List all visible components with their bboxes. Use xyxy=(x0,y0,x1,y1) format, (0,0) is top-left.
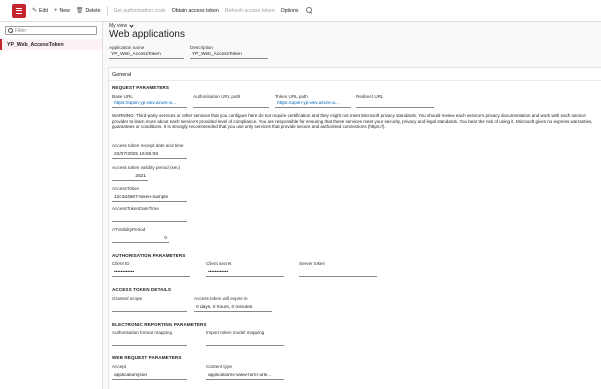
accept-label: Accept xyxy=(112,364,127,369)
redirect-url-input[interactable] xyxy=(356,101,434,108)
authorisation-url-path-label: Authorisation URL path xyxy=(193,94,241,99)
get-authorisation-code-button[interactable]: Get authorisation code xyxy=(114,8,166,14)
accept-input[interactable]: application/json xyxy=(112,373,187,380)
access-token-validity-label: Access token validity period (sec) xyxy=(112,165,181,170)
authorisation-parameters-heading: AUTHORISATION PARAMETERS xyxy=(112,253,186,258)
authorisation-format-mapping-field: Authorisation format mapping xyxy=(112,330,187,346)
filter-field[interactable] xyxy=(5,26,97,35)
authorisation-url-path-field: Authorisation URL path xyxy=(193,94,269,108)
at-validity-period-input[interactable]: 0 xyxy=(112,236,169,243)
client-secret-field: Client secret •••••••••••• xyxy=(206,261,284,277)
divider xyxy=(109,80,601,81)
list-pane: YP_Web_AccessToken xyxy=(0,22,103,389)
delete-button[interactable]: 🗑 Delete xyxy=(75,7,101,15)
client-id-field: Client ID •••••••••••• xyxy=(112,261,190,277)
refresh-access-token-label: Refresh access token xyxy=(224,7,275,14)
access-token-receipt-label: Access token receipt date and time xyxy=(112,143,184,148)
at-validity-period-label: ATValidityPeriod xyxy=(112,227,146,232)
new-button[interactable]: + New xyxy=(54,8,70,14)
token-expire-field: Access token will expire in 0 days, 0 ho… xyxy=(194,296,272,312)
accept-field: Accept application/json xyxy=(112,364,187,380)
access-token-field: AccessToken 12c3d4567-token-sample xyxy=(112,186,187,202)
delete-label: Delete xyxy=(85,7,101,14)
get-authorisation-code-label: Get authorisation code xyxy=(113,7,166,14)
description-field: Description YP_Web_AccessToken xyxy=(190,45,268,59)
token-url-path-input[interactable]: https://apim-yp-dev.azure-a... xyxy=(275,101,351,108)
new-label: New xyxy=(59,7,70,14)
base-url-label: Base URL xyxy=(112,94,133,99)
content-type-label: Content type xyxy=(206,364,233,369)
web-request-parameters-heading: WEB REQUEST PARAMETERS xyxy=(112,355,182,360)
obtain-access-token-button[interactable]: Obtain access token xyxy=(172,8,219,14)
token-url-path-field: Token URL path https://apim-yp-dev.azure… xyxy=(275,94,351,108)
toolbar-divider xyxy=(106,5,108,16)
server-token-field: Server token xyxy=(299,261,377,277)
access-token-details-heading: ACCESS TOKEN DETAILS xyxy=(112,287,172,292)
server-token-label: Server token xyxy=(299,261,326,266)
client-id-label: Client ID xyxy=(112,261,130,266)
granted-scope-label: Granted scope xyxy=(112,296,143,301)
pencil-icon: ✎ xyxy=(32,8,38,14)
search-icon[interactable] xyxy=(305,6,314,15)
redirect-url-label: Redirect URL xyxy=(356,94,384,99)
client-secret-label: Client secret xyxy=(206,261,232,266)
server-token-input[interactable] xyxy=(299,270,377,277)
request-parameters-heading: REQUEST PARAMETERS xyxy=(112,85,170,90)
authorisation-format-mapping-input[interactable] xyxy=(112,339,187,346)
access-token-validity-input[interactable]: 2521 xyxy=(112,174,148,181)
details-pane: My view Web applications Application nam… xyxy=(104,22,601,389)
application-name-field: Application name YP_Web_AccessToken xyxy=(109,45,184,59)
content-type-input[interactable]: application/x-www-form-urle... xyxy=(206,373,284,380)
token-expire-input: 0 days, 0 hours, 0 minutes xyxy=(194,305,272,312)
general-fasttab: General REQUEST PARAMETERS Base URL http… xyxy=(108,67,601,389)
description-input[interactable]: YP_Web_AccessToken xyxy=(190,52,268,59)
refresh-access-token-button[interactable]: Refresh access token xyxy=(225,8,275,14)
access-token-receipt-field: Access token receipt date and time 22/07… xyxy=(112,143,187,159)
client-secret-input[interactable]: •••••••••••• xyxy=(206,270,284,277)
access-token-datetime-field: AccessTokenDateTime xyxy=(112,206,187,222)
base-url-input[interactable]: https://apim-yp-dev.azure-a... xyxy=(112,101,187,108)
granted-scope-input[interactable] xyxy=(112,305,187,312)
import-token-mapping-field: Import token model mapping xyxy=(206,330,284,346)
action-pane: ✎ Edit + New 🗑 Delete Get authorisation … xyxy=(0,0,601,22)
token-expire-label: Access token will expire in xyxy=(194,296,248,301)
granted-scope-field: Granted scope xyxy=(112,296,187,312)
token-url-path-label: Token URL path xyxy=(275,94,308,99)
at-validity-period-field: ATValidityPeriod 0 xyxy=(112,227,169,243)
options-tab[interactable]: Options xyxy=(281,8,299,14)
filter-input[interactable] xyxy=(15,27,95,34)
import-token-mapping-label: Import token model mapping xyxy=(206,330,265,335)
access-token-receipt-input[interactable]: 22/07/2025 16:55:08 xyxy=(112,152,187,159)
obtain-access-token-label: Obtain access token xyxy=(171,7,219,14)
hamburger-menu-icon[interactable] xyxy=(12,3,26,18)
chevron-down-icon xyxy=(129,22,134,28)
plus-icon: + xyxy=(53,7,58,14)
privacy-warning-text: WARNING: Third-party services or other s… xyxy=(112,113,593,129)
access-token-datetime-input[interactable] xyxy=(112,215,187,222)
base-url-field: Base URL https://apim-yp-dev.azure-a... xyxy=(112,94,187,108)
redirect-url-field: Redirect URL xyxy=(356,94,434,108)
import-token-mapping-input[interactable] xyxy=(206,339,284,346)
client-id-input[interactable]: •••••••••••• xyxy=(112,270,190,277)
access-token-input[interactable]: 12c3d4567-token-sample xyxy=(112,195,187,202)
general-header[interactable]: General xyxy=(112,72,131,78)
edit-label: Edit xyxy=(39,7,48,14)
search-icon xyxy=(8,28,13,33)
list-item[interactable]: YP_Web_AccessToken xyxy=(0,39,102,50)
authorisation-format-mapping-label: Authorisation format mapping xyxy=(112,330,173,335)
description-label: Description xyxy=(190,45,213,50)
access-token-datetime-label: AccessTokenDateTime xyxy=(112,206,159,211)
application-name-input[interactable]: YP_Web_AccessToken xyxy=(109,52,184,59)
electronic-reporting-heading: ELECTRONIC REPORTING PARAMETERS xyxy=(112,322,207,327)
application-name-label: Application name xyxy=(109,45,145,50)
trash-icon: 🗑 xyxy=(75,8,84,14)
edit-button[interactable]: ✎ Edit xyxy=(32,7,48,15)
options-label: Options xyxy=(280,7,299,14)
authorisation-url-path-input[interactable] xyxy=(193,101,269,108)
access-token-label: AccessToken xyxy=(112,186,140,191)
access-token-validity-field: Access token validity period (sec) 2521 xyxy=(112,165,181,181)
content-type-field: Content type application/x-www-form-urle… xyxy=(206,364,284,380)
page-title: Web applications xyxy=(109,29,185,40)
